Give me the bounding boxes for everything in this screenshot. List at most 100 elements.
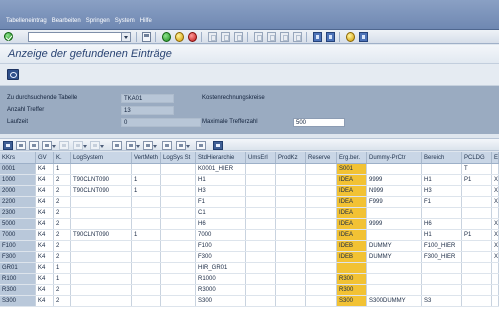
table-cell[interactable]: H1 <box>422 175 462 185</box>
table-cell[interactable] <box>492 263 499 273</box>
table-cell[interactable] <box>337 263 367 273</box>
table-cell[interactable]: C1 <box>196 208 246 218</box>
table-cell[interactable] <box>462 263 492 273</box>
table-cell[interactable] <box>246 175 276 185</box>
table-cell[interactable]: F300 <box>0 252 36 262</box>
table-cell[interactable]: S001 <box>337 164 367 174</box>
views-icon[interactable] <box>112 141 122 150</box>
table-cell[interactable] <box>422 274 462 284</box>
menu-hilfe[interactable]: Hilfe <box>140 18 152 24</box>
last-page-icon[interactable] <box>293 32 302 42</box>
table-cell[interactable] <box>246 230 276 240</box>
table-cell[interactable] <box>306 175 337 185</box>
column-header[interactable]: Erg.ber. <box>337 152 367 163</box>
table-cell[interactable]: 0001 <box>0 164 36 174</box>
table-cell[interactable] <box>367 164 422 174</box>
table-cell[interactable]: T90CLNT090 <box>71 230 132 240</box>
table-cell[interactable] <box>161 219 196 229</box>
table-cell[interactable] <box>71 197 132 207</box>
table-cell[interactable]: X <box>492 252 499 262</box>
menu-bearbeiten[interactable]: Bearbeiten <box>52 18 81 24</box>
table-cell[interactable]: R300 <box>337 274 367 284</box>
table-row[interactable]: R100 K4 1 R1000 R300 <box>0 274 499 285</box>
column-header[interactable]: ProdKz <box>276 152 306 163</box>
table-cell[interactable] <box>71 208 132 218</box>
table-cell[interactable]: 2 <box>54 197 71 207</box>
table-cell[interactable] <box>246 197 276 207</box>
table-cell[interactable] <box>132 285 161 295</box>
table-cell[interactable] <box>462 219 492 229</box>
table-cell[interactable] <box>276 230 306 240</box>
table-cell[interactable] <box>246 219 276 229</box>
table-row[interactable]: 2000 K4 2 T90CLNT090 1 H3 IDEA N999 H3 X <box>0 186 499 197</box>
table-cell[interactable]: F100_HIER <box>422 241 462 251</box>
table-cell[interactable] <box>306 263 337 273</box>
table-cell[interactable]: F100 <box>0 241 36 251</box>
table-cell[interactable] <box>492 208 499 218</box>
table-row[interactable]: 7000 K4 2 T90CLNT090 1 7000 IDEA H1 P1 X <box>0 230 499 241</box>
table-cell[interactable]: X <box>492 219 499 229</box>
shortcut-icon[interactable] <box>326 32 335 42</box>
filter-icon[interactable] <box>42 141 56 150</box>
table-cell[interactable]: IDEB <box>337 241 367 251</box>
menu-tabelleneintrag[interactable]: Tabelleneintrag <box>6 18 47 24</box>
table-cell[interactable]: 9999 <box>367 175 422 185</box>
table-cell[interactable] <box>246 241 276 251</box>
next-page-icon[interactable] <box>280 32 289 42</box>
table-cell[interactable] <box>161 230 196 240</box>
table-cell[interactable] <box>246 296 276 306</box>
table-cell[interactable]: R1000 <box>196 274 246 284</box>
table-cell[interactable]: 9999 <box>367 219 422 229</box>
table-cell[interactable]: 2 <box>54 285 71 295</box>
table-cell[interactable] <box>71 219 132 229</box>
save-icon[interactable] <box>142 32 151 42</box>
column-header[interactable]: LogSys St <box>161 152 196 163</box>
table-row[interactable]: 1000 K4 2 T90CLNT090 1 H1 IDEA 9999 H1 P1 X <box>0 175 499 186</box>
table-cell[interactable] <box>276 252 306 262</box>
table-cell[interactable] <box>367 208 422 218</box>
table-cell[interactable]: R300 <box>337 285 367 295</box>
previous-page-icon[interactable] <box>267 32 276 42</box>
table-cell[interactable]: DUMMY <box>367 252 422 262</box>
table-cell[interactable] <box>306 296 337 306</box>
table-cell[interactable]: 1 <box>54 263 71 273</box>
sort-ascending-icon[interactable] <box>16 141 26 150</box>
table-cell[interactable]: S300 <box>337 296 367 306</box>
details-icon[interactable] <box>3 141 13 150</box>
table-cell[interactable] <box>246 274 276 284</box>
table-cell[interactable] <box>71 263 132 273</box>
table-row[interactable]: R300 K4 2 R3000 R300 <box>0 285 499 296</box>
table-cell[interactable] <box>276 219 306 229</box>
table-cell[interactable]: R3000 <box>196 285 246 295</box>
column-header[interactable]: Bereich <box>422 152 462 163</box>
command-field[interactable] <box>28 32 122 42</box>
column-header[interactable]: GV <box>36 152 54 163</box>
table-cell[interactable] <box>246 186 276 196</box>
table-cell[interactable]: 2000 <box>0 186 36 196</box>
table-cell[interactable] <box>132 208 161 218</box>
table-cell[interactable] <box>367 285 422 295</box>
column-header[interactable]: UmsErl <box>246 152 276 163</box>
table-cell[interactable]: 1 <box>54 164 71 174</box>
table-cell[interactable] <box>246 208 276 218</box>
table-cell[interactable]: H3 <box>422 186 462 196</box>
table-cell[interactable]: F1 <box>422 197 462 207</box>
table-cell[interactable]: 2 <box>54 186 71 196</box>
table-cell[interactable]: H1 <box>422 230 462 240</box>
table-cell[interactable]: 1000 <box>0 175 36 185</box>
table-cell[interactable] <box>276 208 306 218</box>
table-cell[interactable]: K4 <box>36 285 54 295</box>
table-cell[interactable] <box>276 296 306 306</box>
max-hits-field[interactable]: 500 <box>293 118 345 127</box>
select-layout-icon[interactable] <box>162 141 172 150</box>
table-cell[interactable] <box>71 241 132 251</box>
column-header[interactable]: Dummy-PrCtr <box>367 152 422 163</box>
table-cell[interactable]: 2 <box>54 208 71 218</box>
table-cell[interactable]: 1 <box>132 230 161 240</box>
table-cell[interactable] <box>132 296 161 306</box>
table-cell[interactable] <box>367 274 422 284</box>
table-cell[interactable]: H6 <box>196 219 246 229</box>
table-cell[interactable] <box>246 263 276 273</box>
table-cell[interactable] <box>492 296 499 306</box>
table-row[interactable]: F100 K4 2 F100 IDEB DUMMY F100_HIER X <box>0 241 499 252</box>
